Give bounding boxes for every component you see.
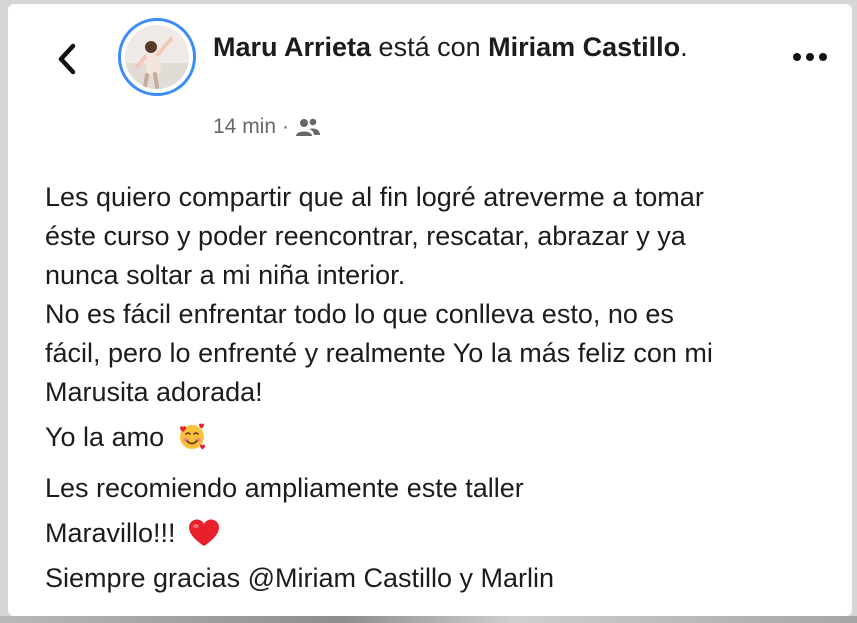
smiling-face-with-hearts-icon <box>176 420 208 463</box>
love-text: Yo la amo <box>45 422 165 452</box>
more-options-button[interactable] <box>788 42 832 72</box>
post-header: Maru Arrieta está con Miriam Castillo. <box>213 28 773 66</box>
with-text: está con <box>371 32 489 62</box>
body-line: Les quiero compartir que al fin logré at… <box>45 182 704 212</box>
body-line: Marusita adorada! <box>45 377 263 407</box>
header-period: . <box>680 32 688 62</box>
maravillo-line: Maravillo!!! <box>45 514 845 559</box>
body-line: éste curso y poder reencontrar, rescatar… <box>45 221 686 251</box>
avatar-photo <box>125 25 189 89</box>
more-dots-icon <box>793 53 827 61</box>
friends-icon[interactable] <box>295 117 321 137</box>
body-line: fácil, pero lo enfrenté y realmente Yo l… <box>45 338 713 368</box>
love-line: Yo la amo <box>45 418 845 463</box>
author-name[interactable]: Maru Arrieta <box>213 32 371 62</box>
post-body: Les quiero compartir que al fin logré at… <box>45 178 845 598</box>
background-strip <box>0 616 857 623</box>
meta-separator: · <box>282 115 290 138</box>
thanks-line: Siempre gracias @Miriam Castillo y Marli… <box>45 563 555 593</box>
post-meta: 14 min · <box>213 112 321 142</box>
red-heart-icon <box>187 518 221 559</box>
body-line: nunca soltar a mi niña interior. <box>45 260 406 290</box>
body-line: No es fácil enfrentar todo lo que conlle… <box>45 299 674 329</box>
avatar[interactable] <box>118 18 196 96</box>
maravillo-text: Maravillo!!! <box>45 518 176 548</box>
recommend-line: Les recomiendo ampliamente este taller <box>45 473 524 503</box>
back-button[interactable] <box>52 42 82 76</box>
chevron-left-icon <box>58 43 76 75</box>
post-card: Maru Arrieta está con Miriam Castillo. 1… <box>8 4 852 616</box>
timestamp[interactable]: 14 min <box>213 115 276 139</box>
tagged-name[interactable]: Miriam Castillo <box>488 32 680 62</box>
